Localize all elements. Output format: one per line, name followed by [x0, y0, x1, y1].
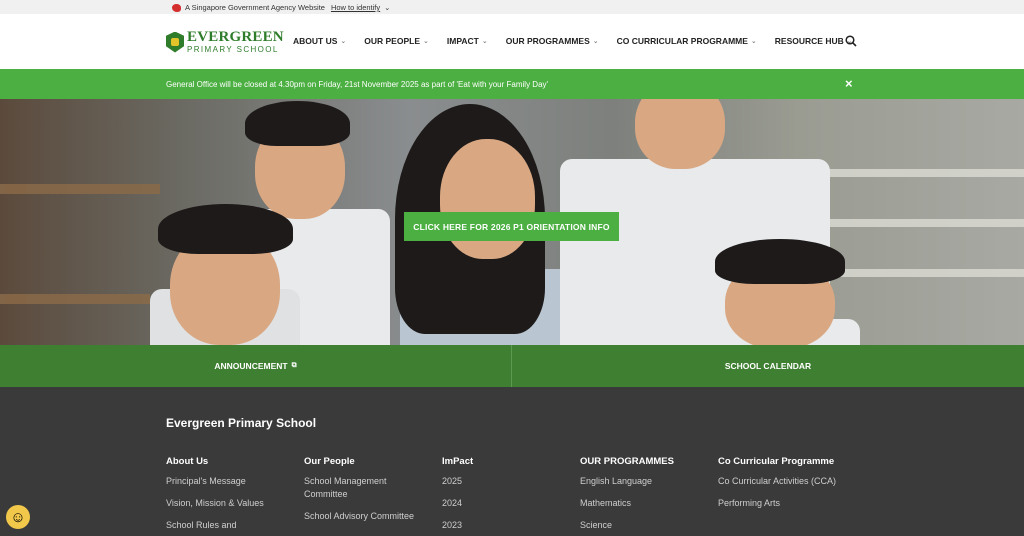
footer-link[interactable]: 2023 [442, 519, 572, 532]
school-calendar-label: SCHOOL CALENDAR [724, 361, 812, 371]
alert-message: General Office will be closed at 4.30pm … [166, 80, 549, 89]
quick-links-bar: ANNOUNCEMENT ⧉ SCHOOL CALENDAR [0, 345, 1024, 387]
hero-student-face [635, 99, 725, 169]
nav-label: OUR PEOPLE [364, 36, 420, 46]
hero-student-hair [245, 101, 350, 146]
footer-school-name: Evergreen Primary School [166, 416, 317, 430]
chevron-down-icon: ⌄ [340, 38, 347, 45]
p1-orientation-button[interactable]: CLICK HERE FOR 2026 P1 ORIENTATION INFO [404, 212, 619, 241]
footer-column-heading[interactable]: Co Curricular Programme [718, 456, 843, 467]
hero-teacher-face [440, 139, 535, 259]
nav-our-programmes[interactable]: OUR PROGRAMMES ⌄ [506, 36, 599, 46]
nav-co-curricular-programme[interactable]: CO CURRICULAR PROGRAMME ⌄ [617, 36, 757, 46]
nav-label: IMPACT [446, 36, 479, 46]
logo-name: EVERGREEN [187, 29, 284, 45]
hero-student-hair [715, 239, 845, 284]
nav-our-people[interactable]: OUR PEOPLE ⌄ [364, 36, 429, 46]
footer-column-about-us: About Us Principal's Message Vision, Mis… [166, 456, 296, 536]
announcement-alert-bar: General Office will be closed at 4.30pm … [0, 69, 1024, 99]
hero-shelf [820, 219, 1024, 227]
hero-student-hair [158, 204, 293, 254]
how-to-identify-link[interactable]: How to identify [331, 3, 380, 12]
footer-link[interactable]: Principal's Message [166, 475, 296, 488]
footer-link[interactable]: School Advisory Committee [304, 510, 429, 523]
footer-column-heading[interactable]: ImPact [442, 456, 572, 467]
hero-shelf [820, 169, 1024, 177]
school-calendar-link[interactable]: SCHOOL CALENDAR [512, 345, 1024, 387]
footer-link[interactable]: Vision, Mission & Values [166, 497, 296, 510]
nav-resource-hub[interactable]: RESOURCE HUB ⌄ [775, 36, 853, 46]
nav-label: RESOURCE HUB [774, 36, 844, 46]
feedback-smiley-icon[interactable]: ☺ [6, 505, 30, 529]
nav-label: ABOUT US [293, 36, 338, 46]
footer-column-heading[interactable]: OUR PROGRAMMES [580, 456, 710, 467]
school-logo[interactable]: EVERGREEN PRIMARY SCHOOL [166, 30, 284, 54]
footer-column-our-programmes: OUR PROGRAMMES English Language Mathemat… [580, 456, 710, 536]
footer-link[interactable]: Mathematics [580, 497, 710, 510]
chevron-down-icon: ⌄ [592, 38, 599, 45]
announcement-label: ANNOUNCEMENT [214, 361, 288, 371]
chevron-down-icon: ⌄ [481, 38, 488, 45]
hero-shelf [0, 294, 150, 304]
nav-about-us[interactable]: ABOUT US ⌄ [293, 36, 346, 46]
close-icon[interactable]: × [845, 76, 853, 91]
footer-column-our-people: Our People School Management Committee S… [304, 456, 429, 532]
gov-masthead: A Singapore Government Agency Website Ho… [0, 0, 1024, 14]
singapore-lion-icon [172, 3, 181, 12]
footer-link[interactable]: English Language [580, 475, 710, 488]
footer-link[interactable]: Performing Arts [718, 497, 843, 510]
chevron-down-icon: ⌄ [423, 38, 429, 45]
external-link-icon: ⧉ [291, 362, 297, 369]
school-crest-icon [166, 31, 184, 53]
hero-banner: CLICK HERE FOR 2026 P1 ORIENTATION INFO [0, 99, 1024, 345]
chevron-down-icon: ⌄ [384, 3, 391, 12]
search-icon[interactable] [845, 35, 857, 47]
footer-link[interactable]: School Management Committee [304, 475, 429, 501]
gov-masthead-text: A Singapore Government Agency Website [185, 3, 325, 12]
footer-column-heading[interactable]: Our People [304, 456, 429, 467]
nav-label: CO CURRICULAR PROGRAMME [616, 36, 748, 46]
footer-link[interactable]: School Rules and [166, 519, 296, 532]
footer-link[interactable]: 2025 [442, 475, 572, 488]
chevron-down-icon: ⌄ [750, 38, 757, 45]
footer-column-heading[interactable]: About Us [166, 456, 296, 467]
site-header: EVERGREEN PRIMARY SCHOOL ABOUT US ⌄ OUR … [0, 14, 1024, 69]
main-nav: ABOUT US ⌄ OUR PEOPLE ⌄ IMPACT ⌄ OUR PRO… [293, 36, 871, 46]
footer-link[interactable]: 2024 [442, 497, 572, 510]
logo-subtitle: PRIMARY SCHOOL [187, 45, 279, 54]
footer-column-impact: ImPact 2025 2024 2023 [442, 456, 572, 536]
footer-link[interactable]: Co Curricular Activities (CCA) [718, 475, 843, 488]
footer-link[interactable]: Science [580, 519, 710, 532]
nav-impact[interactable]: IMPACT ⌄ [447, 36, 488, 46]
hero-shelf [0, 184, 160, 194]
announcement-link[interactable]: ANNOUNCEMENT ⧉ [0, 345, 511, 387]
site-footer: Evergreen Primary School About Us Princi… [0, 387, 1024, 536]
nav-label: OUR PROGRAMMES [505, 36, 590, 46]
footer-column-co-curricular: Co Curricular Programme Co Curricular Ac… [718, 456, 843, 519]
hero-shelf [820, 269, 1024, 277]
